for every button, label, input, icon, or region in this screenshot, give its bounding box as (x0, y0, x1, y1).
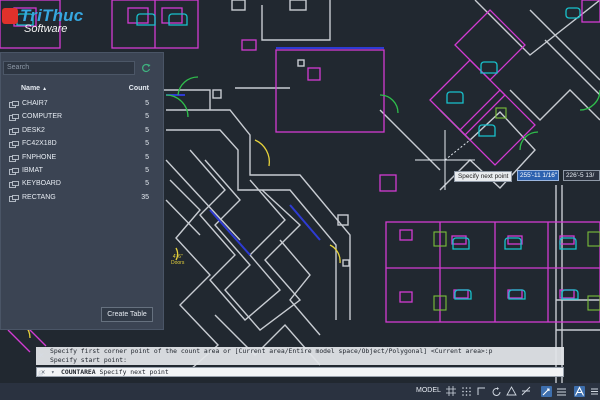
block-icon (9, 114, 19, 122)
row-count: 5 (145, 153, 149, 161)
row-count: 35 (141, 193, 149, 201)
close-icon[interactable]: ✕ (38, 352, 46, 360)
command-input[interactable]: ✕ ▾ COUNTAREA Specify next point (36, 367, 564, 377)
table-row[interactable]: DESK2 5 (1, 125, 165, 138)
active-command: COUNTAREA (61, 368, 96, 376)
history-line: Specify first corner point of the count … (50, 347, 493, 355)
annotation-scale-icon[interactable] (574, 386, 585, 397)
sort-ascending-icon: ▲ (42, 86, 48, 92)
dynamic-input-distance[interactable]: 255'-11 1/16" (517, 170, 559, 181)
table-row[interactable]: IBMAT 5 (1, 165, 165, 178)
row-count: 5 (145, 100, 149, 107)
column-name-header[interactable]: Name ▲ (21, 85, 47, 92)
row-name: COMPUTER (22, 113, 63, 121)
model-space-button[interactable]: MODEL (416, 385, 441, 397)
block-icon (9, 101, 19, 108)
row-name: RECTANG (22, 193, 56, 201)
table-row[interactable]: FNPHONE 5 (1, 152, 165, 165)
polar-tracking-icon[interactable] (491, 386, 502, 397)
block-icon (9, 168, 19, 175)
snap-icon[interactable] (461, 386, 472, 397)
block-icon (9, 181, 19, 189)
chevron-down-icon[interactable]: ▾ (51, 369, 55, 377)
door-annotation: 4'-6" Doors (171, 254, 185, 266)
row-count: 5 (145, 166, 149, 174)
table-row[interactable]: RECTANG 35 (1, 192, 165, 205)
row-count: 5 (145, 180, 149, 188)
table-header: Name ▲ Count (1, 85, 165, 97)
row-name: CHAIR7 (22, 100, 48, 107)
row-count: 5 (145, 113, 149, 121)
dynamic-input-angle[interactable]: 226'-5 13/ (563, 170, 600, 181)
create-table-button[interactable]: Create Table (101, 307, 153, 322)
logo-sub: Software (24, 23, 68, 35)
isodraft-icon[interactable] (506, 386, 517, 397)
object-snap-icon[interactable] (541, 386, 552, 397)
search-row: Search (1, 59, 165, 77)
row-count: 5 (145, 126, 149, 134)
command-line-area: Specify first corner point of the count … (36, 347, 564, 377)
table-row[interactable]: FC42X18D 5 (1, 138, 165, 151)
table-row[interactable]: CHAIR7 5 (1, 98, 165, 111)
history-line: Specify start point: (50, 356, 127, 364)
block-icon (9, 141, 19, 149)
lineweight-icon[interactable] (556, 386, 567, 397)
table-row[interactable]: KEYBOARD 5 (1, 178, 165, 191)
block-list: CHAIR7 5 COMPUTER 5 DESK2 5 FC42X18D 5 F… (1, 98, 165, 205)
object-snap-tracking-icon[interactable] (521, 386, 532, 397)
ortho-icon[interactable] (476, 386, 487, 397)
block-icon (9, 194, 19, 202)
row-count: 5 (145, 140, 149, 148)
count-palette: Search Name ▲ Count CHAIR7 5 COMPUTER 5 D… (0, 52, 164, 330)
column-count-header[interactable]: Count (129, 85, 149, 92)
table-row[interactable]: COMPUTER 5 (1, 111, 165, 124)
block-icon (9, 154, 19, 162)
trithuc-logo: TriThuc Software (2, 6, 94, 42)
wrench-icon[interactable] (37, 369, 45, 377)
row-name: DESK2 (22, 126, 45, 134)
refresh-icon[interactable] (141, 63, 151, 73)
command-prompt: Specify next point (99, 368, 169, 376)
block-icon (9, 127, 19, 135)
logo-badge-icon (2, 8, 18, 24)
grid-icon[interactable] (446, 386, 456, 396)
search-input[interactable]: Search (3, 61, 135, 75)
row-name: FNPHONE (22, 153, 57, 161)
status-bar: MODEL (0, 383, 600, 400)
row-name: KEYBOARD (22, 180, 61, 188)
command-history: Specify first corner point of the count … (36, 347, 564, 365)
cursor-tooltip: Specify next point (454, 171, 513, 182)
row-name: FC42X18D (22, 140, 57, 148)
row-name: IBMAT (22, 166, 43, 174)
customize-menu-icon[interactable] (589, 386, 600, 397)
